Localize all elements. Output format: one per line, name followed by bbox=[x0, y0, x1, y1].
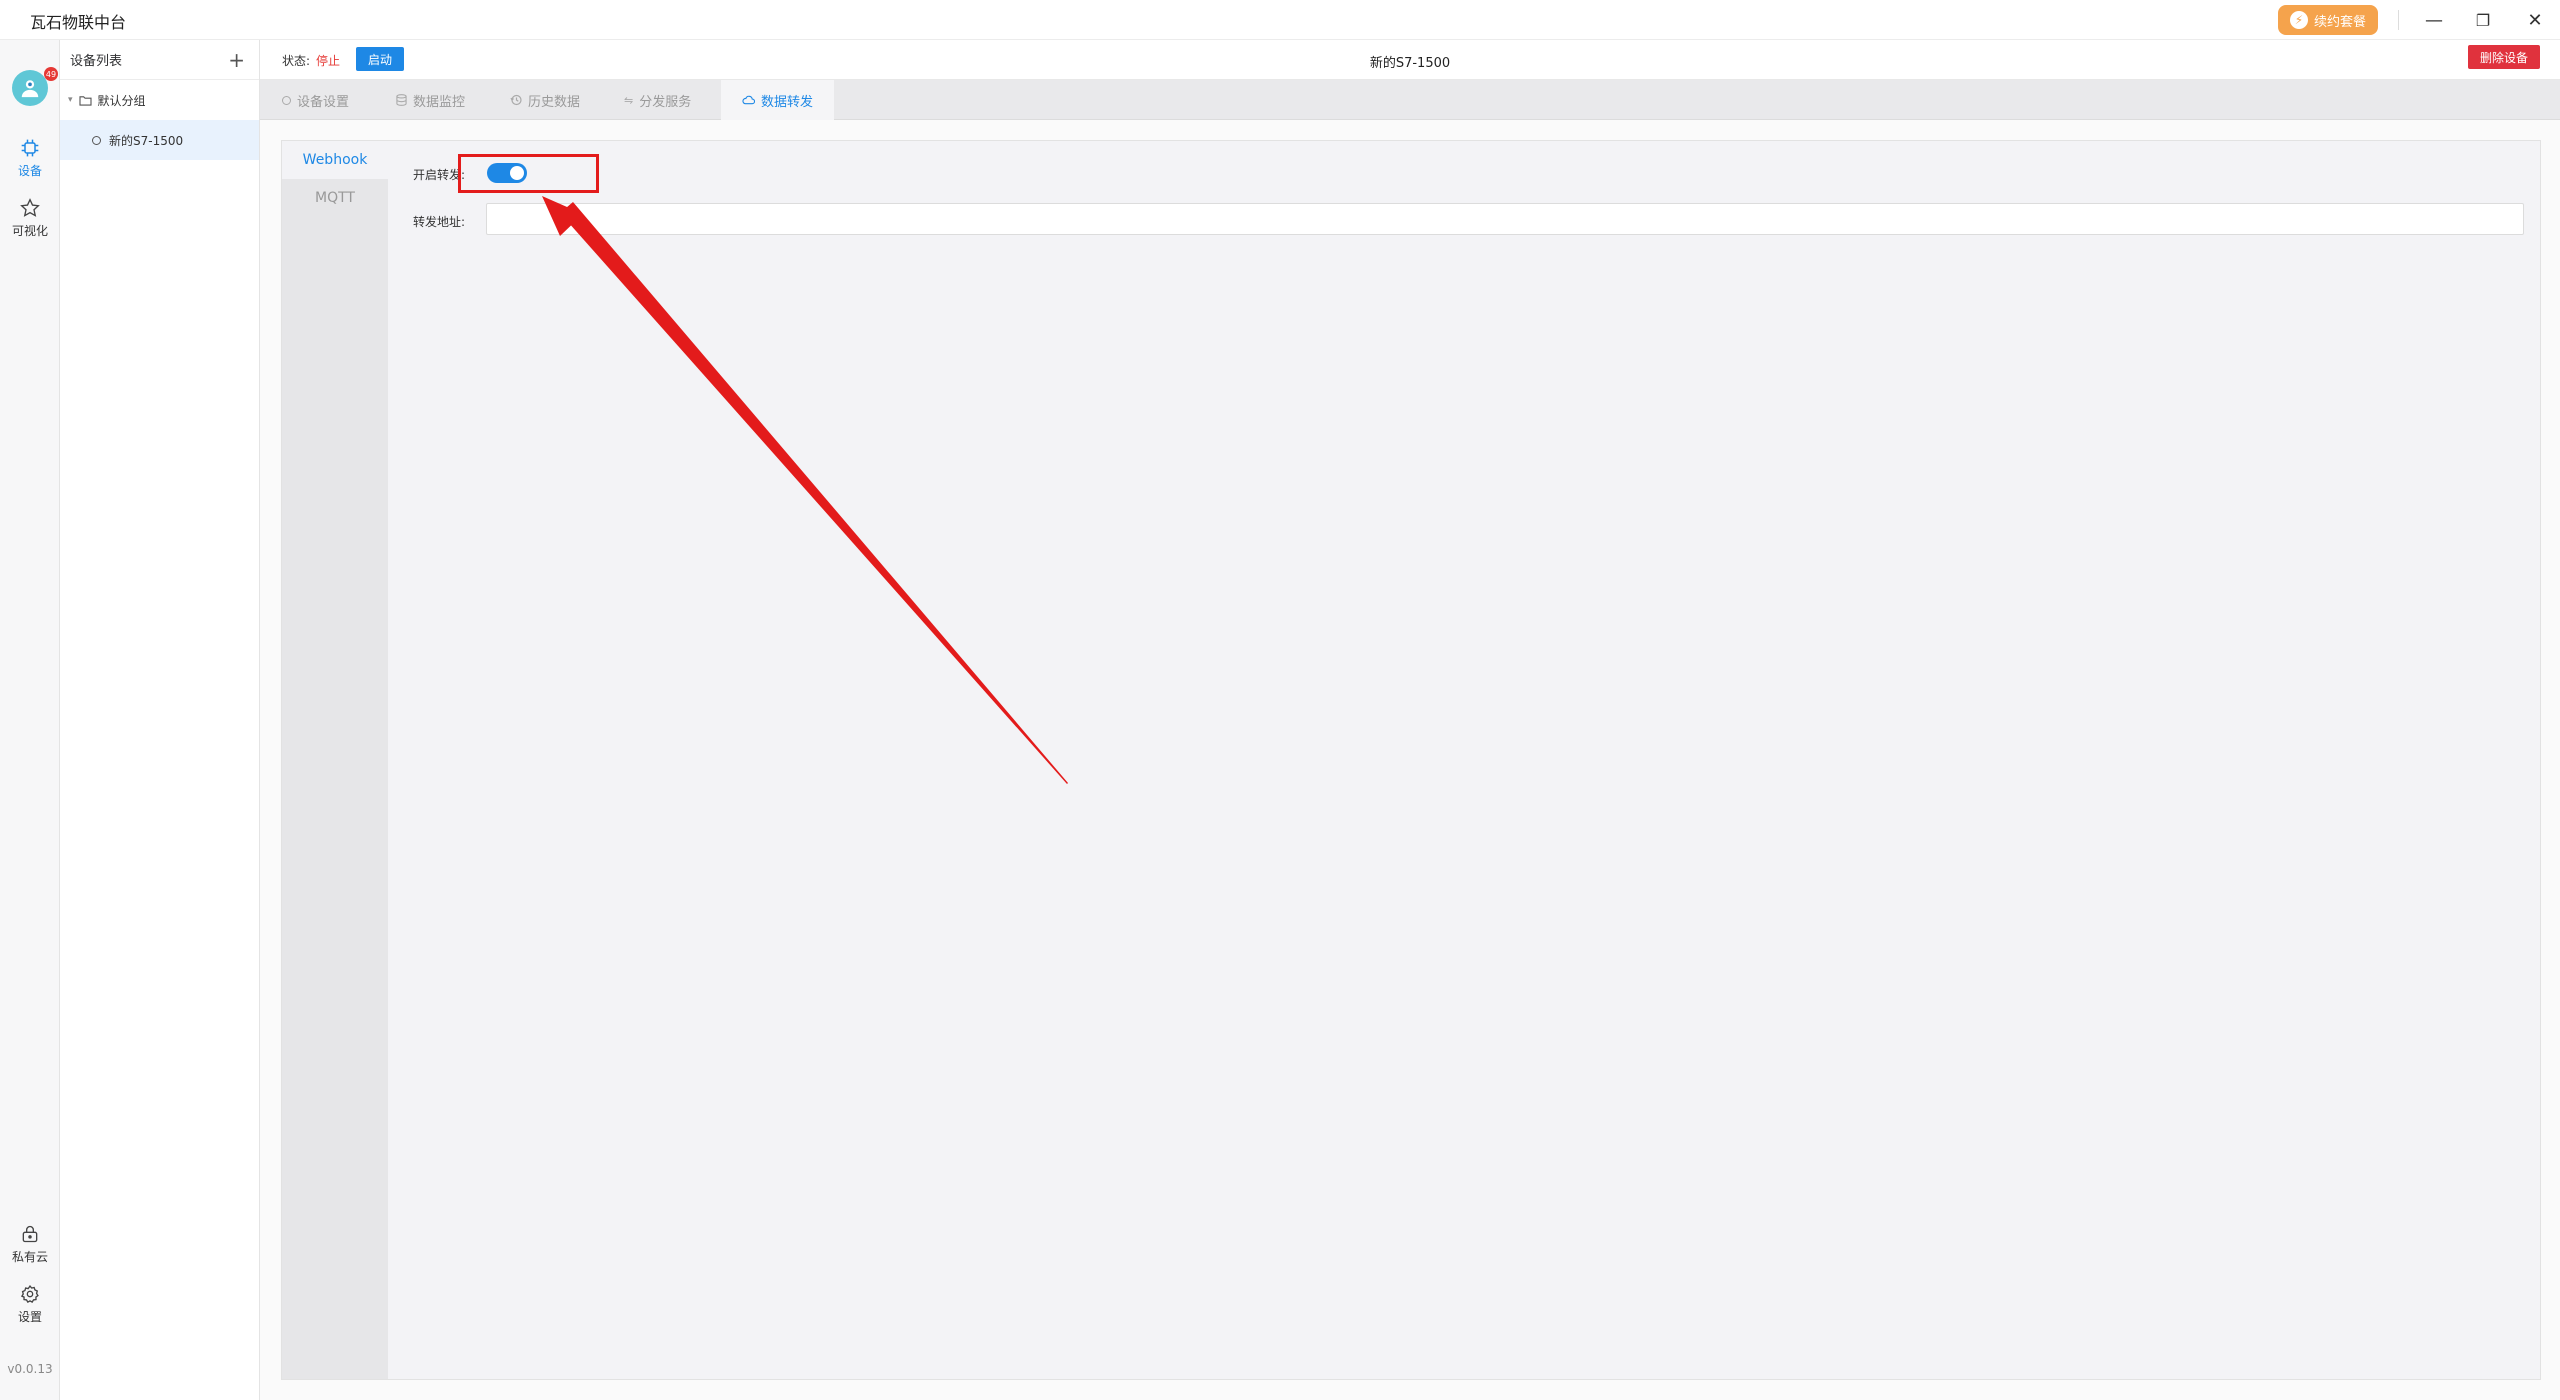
icon-sidebar: 49 设备 可视化 私有云 设置 v0.0.13 bbox=[0, 40, 60, 1400]
restore-icon: ❐ bbox=[2475, 10, 2491, 30]
lightning-icon: ⚡ bbox=[2289, 11, 2308, 29]
chip-icon bbox=[21, 139, 39, 157]
notification-badge: 49 bbox=[44, 67, 58, 81]
forward-url-label: 转发地址: bbox=[413, 215, 466, 229]
nav-settings[interactable]: 设置 bbox=[0, 1284, 60, 1325]
tab-label: 历史数据 bbox=[528, 94, 581, 110]
nav-settings-label: 设置 bbox=[17, 1310, 42, 1324]
restore-button[interactable]: ❐ bbox=[2468, 6, 2498, 34]
share-icon: ⇋ bbox=[624, 93, 634, 107]
device-list-title: 设备列表 bbox=[70, 54, 123, 69]
tab-distribution-service[interactable]: ⇋ 分发服务 bbox=[624, 80, 734, 120]
tree-device-item[interactable]: 新的S7-1500 bbox=[60, 120, 259, 160]
tab-label: 设备设置 bbox=[297, 94, 350, 110]
close-window-button[interactable]: ✕ bbox=[2520, 6, 2550, 34]
tab-history-data[interactable]: 历史数据 bbox=[510, 80, 620, 120]
gear-icon bbox=[20, 1285, 39, 1303]
device-title: 新的S7-1500 bbox=[1369, 56, 1451, 71]
database-icon bbox=[396, 94, 407, 106]
device-list-panel: 设备列表 + ▾ 默认分组 新的S7-1500 bbox=[60, 40, 260, 1400]
circle-icon bbox=[282, 95, 291, 105]
nav-device-label: 设备 bbox=[17, 164, 42, 178]
side-tab-webhook[interactable]: Webhook bbox=[282, 141, 388, 179]
nav-private-cloud-label: 私有云 bbox=[11, 1250, 48, 1264]
tree-device-label: 新的S7-1500 bbox=[109, 133, 184, 148]
minimize-button[interactable]: — bbox=[2419, 6, 2449, 34]
tab-bar: 设备设置 数据监控 历史数据 ⇋ 分发服务 数据转发 bbox=[260, 80, 2560, 120]
avatar[interactable] bbox=[12, 70, 48, 106]
tab-data-monitor[interactable]: 数据监控 bbox=[396, 80, 506, 120]
cloud-icon bbox=[742, 95, 755, 105]
nav-private-cloud[interactable]: 私有云 bbox=[0, 1224, 60, 1265]
forwarding-panel: Webhook MQTT 开启转发: 转发地址: bbox=[281, 140, 2541, 1380]
app-version: v0.0.13 bbox=[7, 1362, 53, 1376]
tab-label: 分发服务 bbox=[639, 94, 692, 110]
tab-label: 数据转发 bbox=[760, 94, 813, 110]
close-icon: ✕ bbox=[2527, 9, 2543, 31]
title-bar: 瓦石物联中台 ⚡ 续约套餐 — ❐ ✕ bbox=[0, 0, 2560, 40]
lock-icon bbox=[22, 1225, 38, 1243]
add-device-icon[interactable]: + bbox=[228, 48, 245, 72]
nav-visualization-label: 可视化 bbox=[11, 224, 48, 238]
renew-plan-button[interactable]: ⚡ 续约套餐 bbox=[2278, 5, 2378, 35]
nav-visualization[interactable]: 可视化 bbox=[0, 198, 60, 239]
annotation-highlight-box bbox=[458, 154, 599, 193]
forward-url-input[interactable] bbox=[486, 203, 2524, 235]
main-area: 状态: 停止 启动 新的S7-1500 删除设备 设备设置 数据监控 历史数据 ⇋… bbox=[260, 40, 2560, 1400]
device-status-icon bbox=[92, 135, 101, 145]
device-list-header: 设备列表 + bbox=[60, 40, 259, 80]
history-icon bbox=[510, 94, 522, 106]
window-controls-divider bbox=[2398, 10, 2399, 30]
renew-plan-label: 续约套餐 bbox=[2313, 14, 2366, 30]
nav-device[interactable]: 设备 bbox=[0, 138, 60, 179]
app-title: 瓦石物联中台 bbox=[30, 13, 127, 32]
tab-data-forwarding[interactable]: 数据转发 bbox=[721, 80, 834, 120]
protocol-tabs: Webhook MQTT bbox=[282, 141, 388, 1379]
tree-group-default[interactable]: ▾ 默认分组 bbox=[60, 80, 259, 120]
caret-down-icon: ▾ bbox=[68, 95, 73, 105]
tab-label: 数据监控 bbox=[413, 94, 466, 110]
star-icon bbox=[20, 198, 40, 217]
folder-icon bbox=[78, 95, 92, 106]
user-icon bbox=[21, 80, 39, 98]
status-bar: 状态: 停止 启动 新的S7-1500 删除设备 bbox=[260, 40, 2560, 80]
side-tab-mqtt[interactable]: MQTT bbox=[282, 179, 388, 217]
tree-group-label: 默认分组 bbox=[97, 93, 146, 108]
minimize-icon: — bbox=[2425, 9, 2443, 31]
delete-device-button[interactable]: 删除设备 bbox=[2468, 45, 2540, 69]
tab-device-settings[interactable]: 设备设置 bbox=[282, 80, 392, 120]
